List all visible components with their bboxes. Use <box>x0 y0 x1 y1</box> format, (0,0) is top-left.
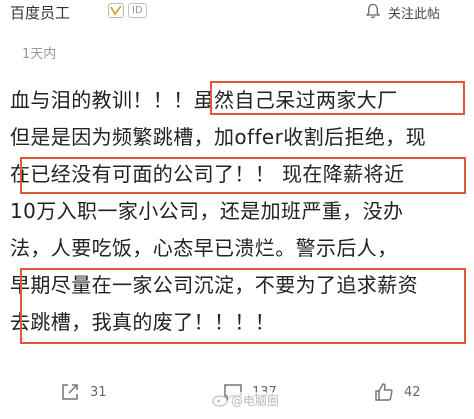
highlight-box-3 <box>20 268 466 344</box>
highlight-box-2 <box>20 157 466 194</box>
watermark-text: @电脑圈 <box>228 392 283 409</box>
post-time: 1天内 <box>22 47 57 62</box>
share-count: 31 <box>90 385 107 400</box>
v-badge-icon <box>108 3 124 18</box>
follow-post-button[interactable]: 关注此帖 <box>388 3 440 22</box>
highlight-box-1 <box>210 81 465 115</box>
post-header: 百度员工 ID 关注此帖 <box>0 0 474 26</box>
bell-icon[interactable] <box>365 3 381 23</box>
watermark-logo-icon <box>212 392 228 411</box>
post-line-4: 10万入职一家小公司，还是加班严重，没办 <box>10 199 404 223</box>
like-count: 42 <box>404 385 421 400</box>
id-badge: ID <box>128 3 147 18</box>
thumbs-up-icon <box>374 382 394 406</box>
post-card: 百度员工 ID 关注此帖 1天内 血与泪的教训！！！虽然自己呆过两家大厂 但是是… <box>0 0 474 419</box>
post-line-2: 但是是因为频繁跳槽，加offer收割后拒绝，现 <box>10 125 427 149</box>
username[interactable]: 百度员工 <box>10 2 70 23</box>
share-icon <box>60 382 80 406</box>
post-line-5: 法，人要吃饭，心态早已溃烂。警示后人， <box>10 236 398 260</box>
